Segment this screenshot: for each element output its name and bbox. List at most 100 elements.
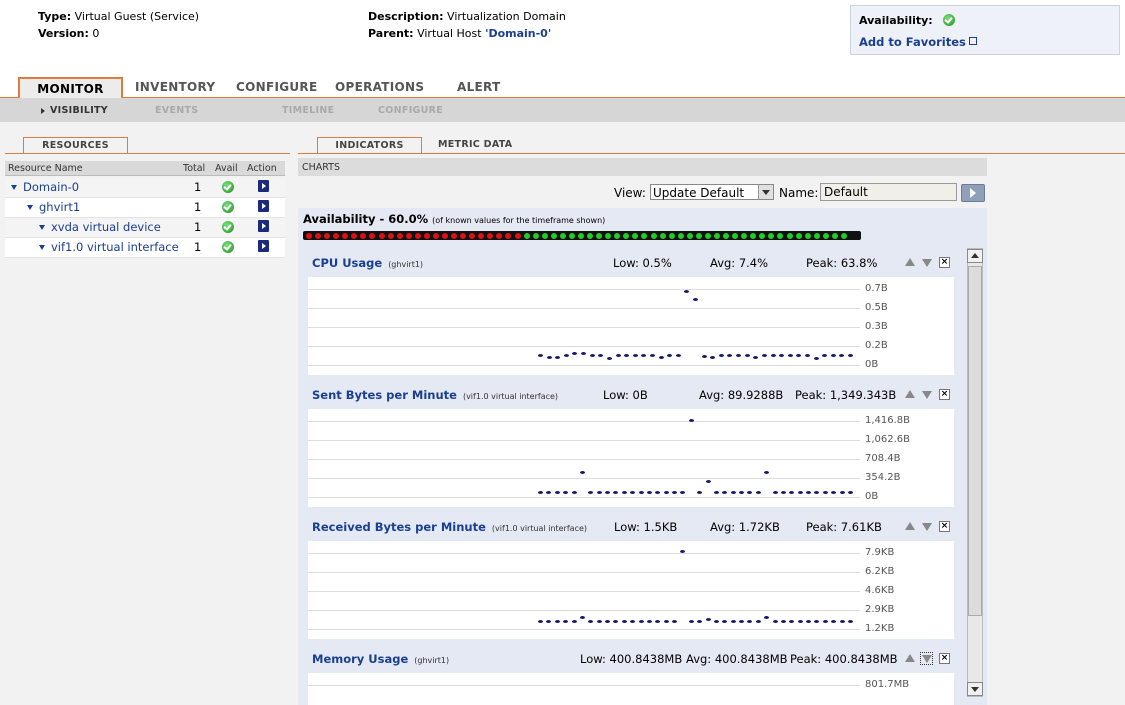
data-point (655, 619, 661, 623)
parent-link[interactable]: 'Domain-0' (485, 27, 551, 40)
action-go-icon[interactable] (258, 180, 269, 192)
col-total[interactable]: Total (183, 163, 205, 174)
close-icon[interactable]: × (939, 389, 950, 400)
expand-icon[interactable] (11, 185, 17, 190)
tab-configure[interactable]: CONFIGURE (236, 79, 317, 96)
data-point (796, 353, 802, 357)
resource-total: 1 (194, 180, 202, 194)
y-tick-label: 1,416.8B (865, 415, 911, 426)
move-up-icon[interactable] (904, 257, 915, 268)
chart-low: Low: 1.5KB (614, 520, 678, 534)
chart-title[interactable]: Sent Bytes per Minute (vif1.0 virtual int… (312, 388, 558, 402)
y-tick-label: 1,062.6B (865, 434, 911, 445)
data-point (630, 619, 636, 623)
col-resource-name[interactable]: Resource Name (8, 163, 83, 174)
move-down-icon[interactable] (921, 389, 932, 400)
data-point (747, 619, 753, 623)
led-available (822, 233, 829, 239)
go-button[interactable] (961, 184, 985, 202)
data-point (710, 355, 716, 359)
col-action: Action (247, 163, 277, 174)
data-point (555, 355, 561, 359)
tab-indicators[interactable]: INDICATORS (317, 137, 422, 154)
name-label: Name: (779, 186, 819, 200)
resource-name-link[interactable]: xvda virtual device (51, 220, 161, 234)
resource-total: 1 (194, 240, 202, 254)
resource-name-link[interactable]: ghvirt1 (39, 200, 80, 214)
name-input[interactable]: Default (820, 183, 957, 201)
tab-operations[interactable]: OPERATIONS (335, 79, 424, 96)
data-point (779, 353, 785, 357)
tab-inventory[interactable]: INVENTORY (135, 79, 215, 96)
move-down-icon[interactable] (921, 521, 932, 532)
led-unavailable (514, 233, 521, 239)
data-point (572, 352, 578, 356)
y-tick-label: 0.7B (865, 283, 888, 294)
led-unavailable (387, 233, 394, 239)
gridline (308, 308, 860, 309)
action-go-icon[interactable] (258, 240, 269, 252)
y-tick-label: 0.3B (865, 321, 888, 332)
subtab-timeline[interactable]: TIMELINE (282, 105, 334, 116)
scroll-up-button[interactable] (967, 249, 983, 263)
led-available (704, 233, 711, 239)
close-icon[interactable]: × (939, 653, 950, 664)
availability-summary: Availability - 60.0% (of known values fo… (303, 212, 605, 226)
led-available (840, 233, 847, 239)
resources-table-header: Resource Name Total Avail Action (5, 161, 285, 176)
data-point (772, 619, 778, 623)
tab-monitor[interactable]: MONITOR (18, 77, 123, 99)
move-up-icon[interactable] (904, 389, 915, 400)
action-go-icon[interactable] (258, 200, 269, 212)
data-point (848, 353, 853, 357)
availability-note: (of known values for the timeframe shown… (432, 216, 606, 225)
led-available (568, 233, 575, 239)
add-to-favorites-link[interactable]: Add to Favorites (859, 35, 966, 49)
y-tick-label: 0.5B (865, 302, 888, 313)
resource-name-link[interactable]: vif1.0 virtual interface (51, 240, 179, 254)
close-icon[interactable]: × (939, 521, 950, 532)
data-point (697, 619, 703, 623)
led-available (523, 233, 530, 239)
subtab-configure[interactable]: CONFIGURE (378, 105, 443, 116)
data-point (730, 491, 736, 494)
move-down-icon[interactable] (921, 257, 932, 268)
subtab-visibility[interactable]: VISIBILITY (50, 105, 108, 116)
data-point (780, 491, 786, 494)
chart-title[interactable]: Received Bytes per Minute (vif1.0 virtual… (312, 520, 587, 534)
scrollbar-thumb[interactable] (968, 266, 982, 616)
tab-resources[interactable]: RESOURCES (23, 137, 128, 154)
data-point (605, 491, 611, 494)
expand-icon[interactable] (27, 205, 33, 210)
scroll-down-button[interactable] (967, 682, 983, 696)
chart-title[interactable]: Memory Usage (ghvirt1) (312, 652, 449, 666)
data-point (613, 619, 619, 623)
y-tick-label: 0.2B (865, 340, 888, 351)
data-point (755, 491, 761, 494)
tab-alert[interactable]: ALERT (457, 79, 501, 96)
gridline (308, 591, 860, 592)
close-icon[interactable]: × (939, 257, 950, 268)
subtab-events[interactable]: EVENTS (155, 105, 198, 116)
expand-icon[interactable] (39, 245, 45, 250)
availability-label: Availability: (859, 14, 933, 27)
resource-row: vif1.0 virtual interface 1 (5, 238, 285, 258)
data-point (739, 619, 745, 623)
move-up-icon[interactable] (904, 653, 915, 664)
move-up-icon[interactable] (904, 521, 915, 532)
action-go-icon[interactable] (258, 220, 269, 232)
tab-metric-data[interactable]: METRIC DATA (438, 139, 512, 150)
y-tick-label: 801.7MB (865, 679, 910, 690)
resource-name-link[interactable]: Domain-0 (23, 180, 79, 194)
view-select[interactable]: Update Default (650, 184, 774, 200)
move-down-icon[interactable] (920, 652, 933, 665)
expand-icon[interactable] (39, 225, 45, 230)
data-point (804, 353, 810, 357)
data-point (596, 491, 602, 494)
data-point (658, 355, 664, 359)
data-point (571, 619, 577, 623)
data-point (789, 491, 795, 494)
chart-title[interactable]: CPU Usage (ghvirt1) (312, 256, 423, 270)
data-point (789, 619, 795, 623)
charts-header-label: CHARTS (302, 162, 341, 173)
